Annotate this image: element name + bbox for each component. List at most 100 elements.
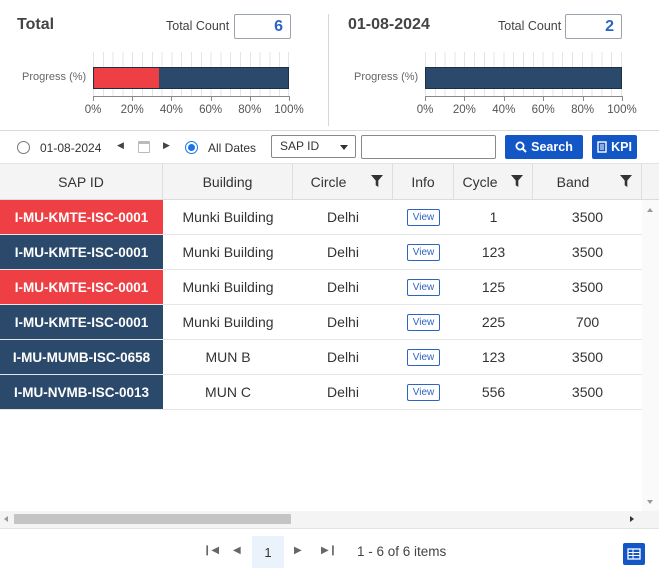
cycle-cell: 123 <box>481 244 506 260</box>
axis-tick <box>543 96 545 101</box>
last-page-icon[interactable]: ▶❙ <box>321 545 337 556</box>
sap-id-cell[interactable]: I-MU-MUMB-ISC-0658 <box>0 340 163 374</box>
axis-tick-label: 0% <box>416 104 434 116</box>
excel-export-icon <box>627 548 641 560</box>
kpi-button[interactable]: KPI <box>592 135 637 159</box>
export-excel-button[interactable] <box>623 543 645 565</box>
view-button[interactable]: View <box>406 313 441 331</box>
column-header-circle[interactable]: Circle <box>293 164 393 200</box>
scrollbar-thumb[interactable] <box>14 514 291 524</box>
total-count-label: Total Count <box>166 19 230 33</box>
table-row[interactable]: I-MU-KMTE-ISC-0001 Munki Building Delhi … <box>0 235 642 270</box>
sap-id-cell[interactable]: I-MU-KMTE-ISC-0001 <box>0 200 163 234</box>
table-row[interactable]: I-MU-NVMB-ISC-0013 MUN C Delhi View 556 … <box>0 375 642 410</box>
table-row[interactable]: I-MU-KMTE-ISC-0001 Munki Building Delhi … <box>0 200 642 235</box>
axis-tick <box>582 96 584 101</box>
scroll-down-icon[interactable] <box>647 500 653 504</box>
total-count-value: 6 <box>234 14 291 39</box>
date-option-label[interactable]: 01-08-2024 <box>40 141 101 155</box>
axis-tick <box>171 96 173 101</box>
filter-icon[interactable] <box>511 175 523 187</box>
axis-tick-label: 100% <box>607 104 637 116</box>
building-cell: MUN C <box>205 384 251 400</box>
column-header-cycle[interactable]: Cycle <box>454 164 533 200</box>
filter-icon[interactable] <box>620 175 632 187</box>
sap-id-cell[interactable]: I-MU-NVMB-ISC-0013 <box>0 375 163 409</box>
cycle-cell: 556 <box>481 384 506 400</box>
column-header-info[interactable]: Info <box>393 164 454 200</box>
scroll-left-icon[interactable] <box>4 516 8 522</box>
axis-tick <box>132 96 134 101</box>
first-page-icon[interactable]: ❙◀ <box>203 545 219 556</box>
cycle-cell: 123 <box>481 349 506 365</box>
prev-page-icon[interactable]: ◀ <box>233 545 241 556</box>
progress-bar-red-fill <box>94 68 159 88</box>
progress-bar <box>425 67 622 89</box>
axis-tick <box>249 96 251 101</box>
panel-title: 01-08-2024 <box>348 16 430 33</box>
date-summary-panel: 01-08-2024 Total Count 2 Progress (%) 0%… <box>330 0 659 128</box>
column-header-band[interactable]: Band <box>533 164 642 200</box>
band-cell: 3500 <box>571 209 604 225</box>
all-dates-label[interactable]: All Dates <box>208 141 256 155</box>
circle-cell: Delhi <box>327 279 359 295</box>
table-row[interactable]: I-MU-KMTE-ISC-0001 Munki Building Delhi … <box>0 305 642 340</box>
view-button[interactable]: View <box>406 348 441 366</box>
column-header-building[interactable]: Building <box>163 164 293 200</box>
all-dates-radio[interactable] <box>185 141 198 154</box>
table-row[interactable]: I-MU-MUMB-ISC-0658 MUN B Delhi View 123 … <box>0 340 642 375</box>
field-select[interactable]: SAP ID <box>271 135 356 158</box>
sap-id-cell[interactable]: I-MU-KMTE-ISC-0001 <box>0 270 163 304</box>
band-cell: 3500 <box>571 279 604 295</box>
sap-id-cell[interactable]: I-MU-KMTE-ISC-0001 <box>0 235 163 269</box>
axis-tick-label: 40% <box>492 104 516 116</box>
pager: ❙◀ ◀ 1 ▶ ▶❙ 1 - 6 of 6 items <box>0 528 659 570</box>
date-radio[interactable] <box>17 141 30 154</box>
column-header-label: Cycle <box>462 174 498 190</box>
building-cell: Munki Building <box>182 314 274 330</box>
filter-icon[interactable] <box>371 175 383 187</box>
axis-tick-label: 20% <box>452 104 476 116</box>
axis-tick <box>93 96 94 101</box>
cycle-cell: 125 <box>481 279 506 295</box>
horizontal-scrollbar[interactable] <box>0 511 642 528</box>
scroll-right-icon[interactable] <box>630 516 634 522</box>
table-row[interactable]: I-MU-KMTE-ISC-0001 Munki Building Delhi … <box>0 270 642 305</box>
grid-header: SAP ID Building Circle Info Cycle Band <box>0 163 659 200</box>
view-button[interactable]: View <box>406 208 441 226</box>
search-input[interactable] <box>361 135 496 159</box>
axis-tick <box>464 96 466 101</box>
view-button[interactable]: View <box>406 243 441 261</box>
view-button[interactable]: View <box>406 278 441 296</box>
calendar-icon[interactable] <box>138 141 150 153</box>
axis-tick-label: 60% <box>531 104 555 116</box>
next-page-icon[interactable]: ▶ <box>294 545 302 556</box>
axis-tick-label: 0% <box>84 104 102 116</box>
building-cell: Munki Building <box>182 279 274 295</box>
progress-chart: 0% 20% 40% 60% 80% 100% <box>417 52 637 127</box>
next-date-arrow-icon[interactable]: ▶ <box>163 140 170 151</box>
chart-axis <box>93 96 289 97</box>
circle-cell: Delhi <box>327 349 359 365</box>
vertical-scrollbar[interactable] <box>642 200 659 511</box>
axis-tick-label: 40% <box>159 104 183 116</box>
view-button[interactable]: View <box>406 383 441 401</box>
column-header-sap-id[interactable]: SAP ID <box>0 164 163 200</box>
scroll-up-icon[interactable] <box>647 208 653 212</box>
search-button-label: Search <box>531 140 573 154</box>
page-number-current[interactable]: 1 <box>252 536 284 568</box>
progress-label: Progress (%) <box>354 71 419 83</box>
info-cell: View <box>393 270 454 304</box>
kpi-button-label: KPI <box>611 140 632 154</box>
axis-tick-label: 80% <box>571 104 595 116</box>
grid-body: I-MU-KMTE-ISC-0001 Munki Building Delhi … <box>0 200 642 511</box>
sap-id-cell[interactable]: I-MU-KMTE-ISC-0001 <box>0 305 163 339</box>
search-button[interactable]: Search <box>505 135 583 159</box>
info-cell: View <box>393 375 454 409</box>
circle-cell: Delhi <box>327 209 359 225</box>
document-icon <box>597 141 607 153</box>
band-cell: 3500 <box>571 349 604 365</box>
prev-date-arrow-icon[interactable]: ◀ <box>117 140 124 151</box>
circle-cell: Delhi <box>327 244 359 260</box>
column-header-label: Band <box>556 174 590 190</box>
